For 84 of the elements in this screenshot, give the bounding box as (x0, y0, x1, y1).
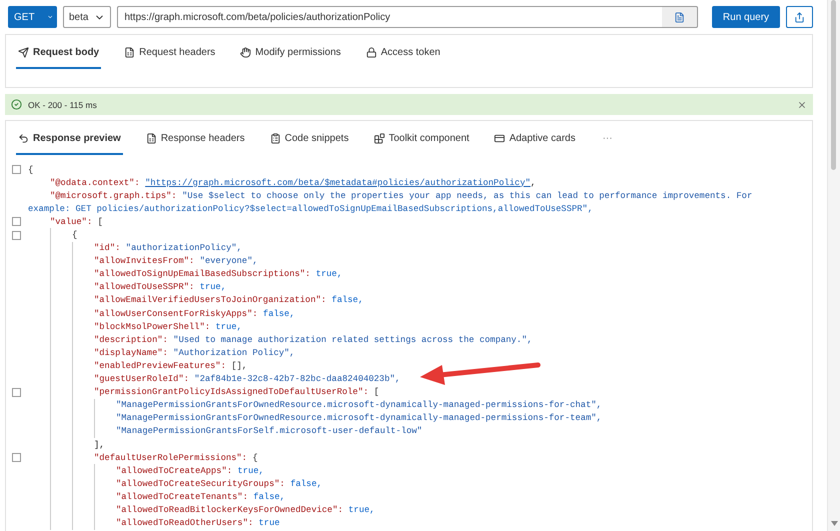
json-value: true (258, 518, 280, 528)
json-value: { (72, 230, 78, 240)
json-value: false, (263, 308, 295, 319)
share-button[interactable] (786, 6, 813, 28)
json-key: "allowedToReadOtherUsers": (116, 518, 254, 528)
fold-toggle[interactable] (12, 453, 21, 462)
json-value: false, (253, 492, 286, 502)
json-link[interactable]: "https://graph.microsoft.com/beta/$metadata#policies/authorizationPolicy" (145, 178, 531, 188)
request-tab[interactable]: Access token (364, 35, 442, 69)
scroll-down-icon[interactable] (831, 521, 838, 526)
json-key: "blockMsolPowerShell": (94, 322, 210, 332)
json-key: "allowedToCreateSecurityGroups": (116, 478, 285, 489)
run-query-button[interactable]: Run query (712, 6, 780, 28)
json-value: "2af84b1e-32c8-42b7-82bc-daa82404023b", (194, 374, 400, 384)
fold-toggle[interactable] (12, 388, 21, 397)
json-value: "Authorization Policy", (173, 348, 295, 358)
more-button[interactable]: ··· (598, 132, 616, 144)
code-line: example: GET policies/authorizationPolicy?$select=allowedToSignUpEmailBasedSubscriptions,allowedToUseSSPR", (28, 204, 593, 214)
lock-icon (366, 46, 377, 58)
json-value: true, (238, 466, 264, 476)
send-icon (18, 46, 29, 58)
hand-icon (240, 46, 252, 58)
json-value: "ManagePermissionGrantsForOwnedResource.microsoft-dynamically-managed-permissions-for-team", (116, 413, 602, 424)
check-circle-icon (11, 99, 22, 110)
scrollbar-thumb[interactable] (831, 0, 836, 170)
request-tab[interactable]: Modify permissions (238, 35, 343, 69)
response-tab[interactable]: Code snippets (268, 121, 351, 155)
json-key: "id": (94, 243, 120, 254)
json-key: "defaultUserRolePermissions": (94, 452, 248, 463)
undo-arrow-icon (18, 132, 29, 144)
json-key: "description": (94, 334, 168, 345)
json-value: "ManagePermissionGrantsForOwnedResource.microsoft-dynamically-managed-permissions-for-chat", (116, 400, 602, 410)
status-message: OK - 200 - 115 ms (28, 100, 98, 110)
share-icon (794, 12, 805, 22)
json-value: "authorizationPolicy", (126, 243, 242, 254)
json-value: false, (290, 478, 322, 489)
json-key: "allowedToCreateApps": (116, 466, 232, 476)
json-key: "displayName": (94, 348, 168, 358)
json-key: "enabledPreviewFeatures": (94, 360, 226, 371)
card-icon (494, 132, 506, 144)
json-key: "@odata.context": (50, 178, 140, 188)
json-key: "permissionGrantPolicyIdsAssignedToDefaultUserRole": (94, 387, 369, 398)
request-tab[interactable]: Request body (16, 35, 102, 69)
method-dropdown[interactable]: GET (8, 6, 57, 28)
json-value: true, (348, 504, 375, 515)
json-key: "allowedToReadBitlockerKeysForOwnedDevice": (116, 504, 343, 515)
response-tab[interactable]: Response preview (16, 121, 123, 155)
code-bracket: ], (94, 440, 105, 450)
json-value: false, (332, 295, 364, 306)
close-button[interactable] (797, 100, 807, 110)
json-value: [ (98, 216, 103, 227)
json-key: "allowUserConsentForRiskyApps": (94, 308, 258, 319)
json-value: true, (216, 322, 242, 332)
json-value: [ (374, 387, 380, 398)
json-key: "allowInvitesFrom": (94, 256, 194, 266)
clipboard-icon (270, 132, 281, 144)
json-value: [], (231, 360, 248, 371)
fold-toggle[interactable] (12, 217, 21, 226)
document-icon (124, 46, 136, 58)
fold-toggle[interactable] (12, 230, 21, 240)
json-key: "value": (50, 216, 92, 227)
request-tab[interactable]: Request headers (122, 35, 218, 69)
json-value: "ManagePermissionGrantsForSelf.microsoft-user-default-low" (116, 426, 422, 436)
blocks-icon (374, 132, 385, 144)
json-key: "allowedToUseSSPR": (94, 282, 194, 292)
json-value: true, (200, 282, 226, 292)
fold-toggle[interactable] (12, 165, 21, 174)
document-icon (146, 132, 157, 144)
json-key: "allowEmailVerifiedUsersToJoinOrganization": (94, 295, 326, 306)
version-dropdown[interactable]: beta (63, 6, 112, 28)
response-tab[interactable]: Toolkit component (372, 121, 472, 155)
response-tab[interactable]: Adaptive cards (492, 121, 578, 155)
json-value: "Use $select to choose only the properties your app needs, as this can lead to performance improvements. For (182, 190, 752, 201)
json-value: { (252, 452, 258, 463)
response-tab[interactable]: Response headers (144, 121, 247, 155)
json-value: { (28, 164, 34, 175)
json-key: "allowedToSignUpEmailBasedSubscriptions": (94, 269, 310, 280)
json-key: "allowedToCreateTenants": (116, 492, 248, 502)
json-key: "guestUserRoleId": (94, 374, 190, 384)
json-punctuation: , (530, 178, 536, 188)
json-value: "Used to manage authorization related settings across the company.", (173, 334, 532, 345)
json-value: "everyone", (200, 256, 258, 266)
json-key: "@microsoft.graph.tips": (50, 190, 177, 201)
json-value: true, (316, 269, 342, 280)
